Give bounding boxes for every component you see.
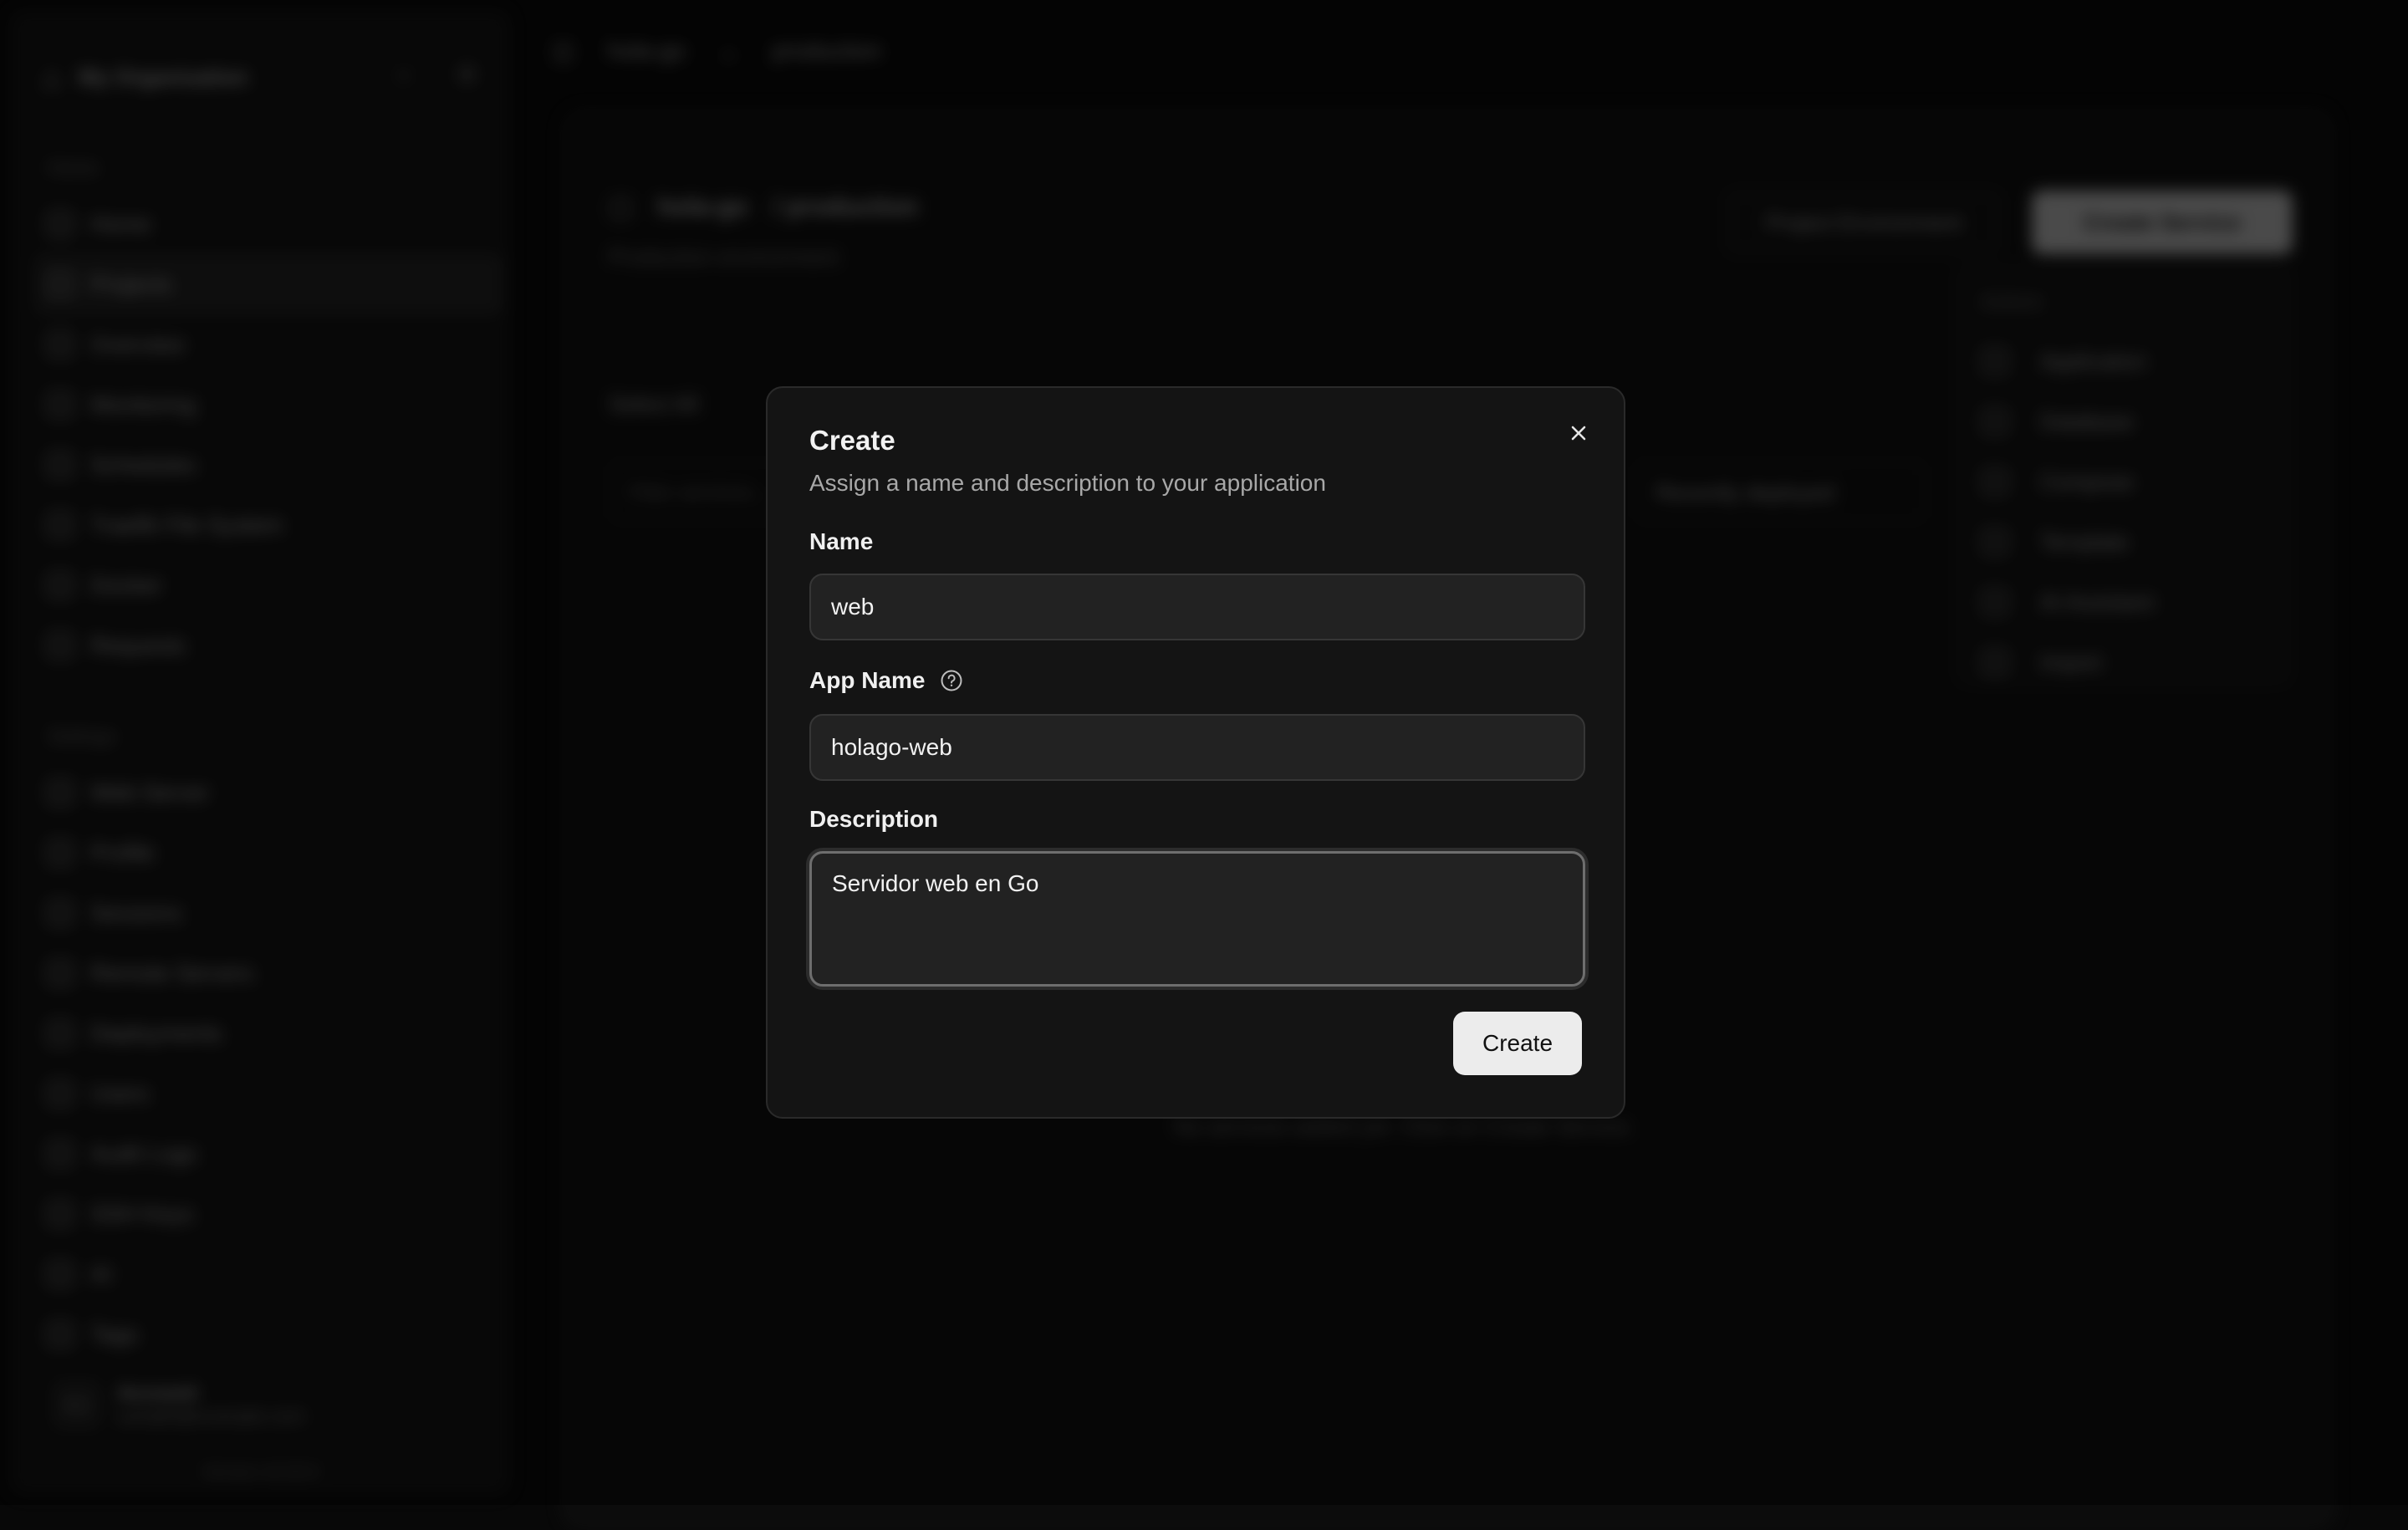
create-dialog: Create Assign a name and description to … (766, 386, 1625, 1119)
name-input[interactable] (809, 574, 1585, 640)
help-circle-icon[interactable] (940, 669, 963, 692)
close-button[interactable] (1562, 416, 1595, 450)
dialog-subtitle: Assign a name and description to your ap… (809, 470, 1326, 496)
app-name-input[interactable] (809, 714, 1585, 781)
name-label: Name (809, 528, 874, 554)
description-label: Description (809, 806, 939, 832)
dialog-title: Create (809, 425, 895, 456)
close-icon (1571, 426, 1586, 441)
create-button[interactable]: Create (1453, 1012, 1582, 1075)
app-name-label: App Name (809, 667, 926, 693)
description-textarea[interactable]: Servidor web en Go (809, 851, 1585, 987)
app-name-label-row: App Name (809, 667, 963, 694)
